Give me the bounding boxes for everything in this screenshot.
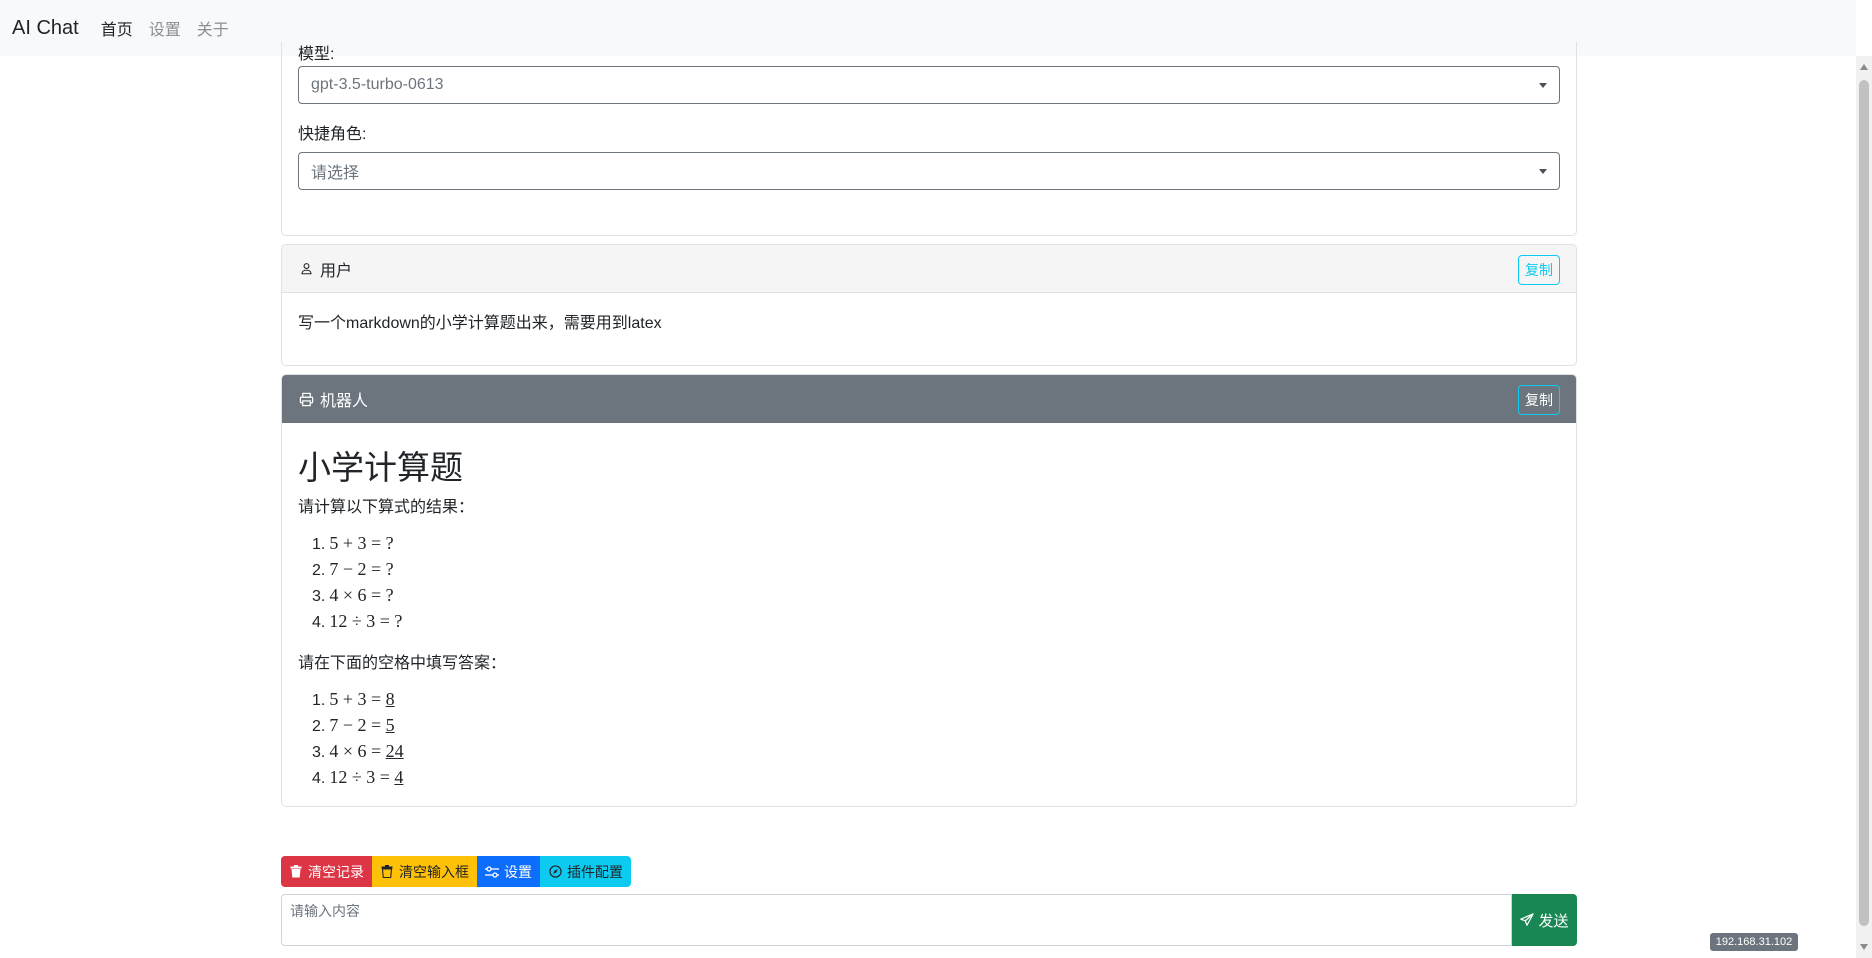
bot-role-label: 机器人 [320, 393, 369, 410]
bot-message-header: 机器人 复制 [282, 375, 1576, 423]
action-toolbar: 清空记录 清空输入框 设置 插件配置 [281, 856, 631, 887]
user-message-text: 写一个markdown的小学计算题出来，需要用到latex [298, 315, 662, 332]
model-select[interactable]: gpt-3.5-turbo-0613 [298, 66, 1560, 104]
list-item: 1. 5 + 3 = 8 [312, 689, 395, 709]
role-select[interactable]: 请选择 [298, 152, 1560, 190]
list-item: 2. 7 − 2 = 5 [312, 715, 395, 735]
settings-card: 模型: gpt-3.5-turbo-0613 快捷角色: 请选择 [281, 42, 1577, 236]
nav-link-about[interactable]: 关于 [197, 16, 229, 40]
trash-icon [289, 865, 303, 879]
list-item: 2. 7 − 2 = ? [312, 559, 394, 579]
compass-icon [548, 865, 562, 879]
clear-input-button[interactable]: 清空输入框 [372, 856, 477, 887]
chat-input-group: 发送 [281, 894, 1577, 946]
list-item: 3. 4 × 6 = 24 [312, 741, 404, 761]
model-select-value: gpt-3.5-turbo-0613 [311, 76, 444, 93]
person-icon [298, 261, 314, 277]
clear-history-button[interactable]: 清空记录 [281, 856, 372, 887]
list-item: 4. 12 ÷ 3 = 4 [312, 767, 404, 787]
page-scrollbar[interactable] [1856, 56, 1872, 958]
user-message-card: 用户 复制 写一个markdown的小学计算题出来，需要用到latex [281, 244, 1577, 366]
scroll-down-arrow-icon[interactable] [1860, 944, 1868, 950]
question-list: 1. 5 + 3 = ? 2. 7 − 2 = ? 3. 4 × 6 = ? 4. 12… [312, 531, 1560, 635]
list-item: 4. 12 ÷ 3 = ? [312, 611, 403, 631]
answer-list: 1. 5 + 3 = 8 2. 7 − 2 = 5 3. 4 × 6 = 24 4. 1… [312, 687, 1560, 791]
caret-down-icon [1539, 83, 1547, 88]
list-item: 1. 5 + 3 = ? [312, 533, 394, 553]
ip-address-badge: 192.168.31.102 [1710, 933, 1798, 951]
prompt-textarea[interactable] [281, 894, 1512, 946]
list-item: 3. 4 × 6 = ? [312, 585, 394, 605]
sliders-icon [485, 865, 499, 879]
trash-icon [380, 865, 394, 879]
nav-link-settings[interactable]: 设置 [149, 16, 181, 40]
bot-answer-title: 小学计算题 [298, 449, 463, 486]
scroll-up-arrow-icon[interactable] [1860, 64, 1868, 70]
bot-intro-text: 请计算以下算式的结果： [298, 499, 475, 516]
role-select-placeholder: 请选择 [311, 165, 360, 182]
printer-icon [298, 391, 314, 407]
caret-down-icon [1539, 169, 1547, 174]
brand-title[interactable]: AI Chat [12, 17, 79, 40]
send-icon [1520, 913, 1535, 927]
settings-button[interactable]: 设置 [477, 856, 540, 887]
scrollbar-thumb[interactable] [1859, 80, 1869, 926]
plugin-config-button[interactable]: 插件配置 [540, 856, 631, 887]
user-role-label: 用户 [320, 262, 353, 280]
bot-answer-prompt: 请在下面的空格中填写答案： [298, 655, 507, 672]
nav-link-home[interactable]: 首页 [101, 16, 133, 40]
user-message-header: 用户 复制 [282, 245, 1576, 293]
model-label: 模型: [298, 46, 335, 63]
role-label: 快捷角色: [298, 126, 367, 143]
bot-message-body: 小学计算题 请计算以下算式的结果： 1. 5 + 3 = ? 2. 7 − 2 = … [282, 423, 1576, 806]
send-button[interactable]: 发送 [1512, 894, 1577, 946]
bot-message-card: 机器人 复制 小学计算题 请计算以下算式的结果： 1. 5 + 3 = ? 2. 7… [281, 374, 1577, 807]
copy-user-button[interactable]: 复制 [1518, 255, 1560, 285]
copy-bot-button[interactable]: 复制 [1518, 385, 1560, 415]
